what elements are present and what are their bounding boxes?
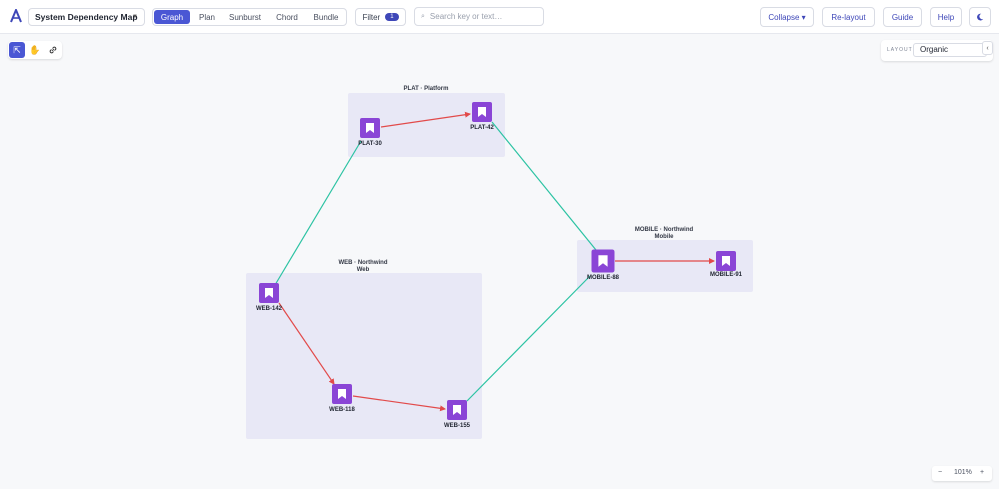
group-label-plat: PLAT · Platform	[404, 86, 449, 92]
bookmark-icon	[360, 118, 380, 138]
node-plat-42[interactable]	[472, 102, 492, 122]
tab-sunburst[interactable]: Sunburst	[224, 10, 266, 24]
node-label-mobile-91: MOBILE-91	[710, 272, 743, 278]
select-tool-button[interactable]: ⇱	[9, 42, 25, 58]
project-selector[interactable]: System Dependency Map ▼	[28, 8, 145, 26]
collapse-panel-button[interactable]: ‹	[982, 41, 993, 55]
layout-select[interactable]: Organic	[913, 43, 987, 57]
group-label-mobile-line2: Mobile	[655, 234, 675, 240]
zoom-controls: − 101% +	[932, 466, 992, 481]
relayout-button[interactable]: Re-layout	[822, 7, 875, 27]
bookmark-icon	[259, 283, 279, 303]
edge-mobile88-web155[interactable]	[466, 275, 591, 402]
bookmark-icon	[591, 249, 615, 273]
zoom-in-button[interactable]: +	[980, 469, 984, 476]
group-label-web-line1: WEB · Northwind	[339, 260, 388, 266]
bookmark-icon	[332, 384, 352, 404]
help-button[interactable]: Help	[930, 7, 962, 27]
collapse-button[interactable]: Collapse ▾	[760, 7, 814, 27]
node-web-142[interactable]	[259, 283, 279, 303]
filter-button[interactable]: Filter 1	[355, 8, 406, 26]
search-icon: ⌕	[421, 12, 425, 20]
edge-plat42-mobile88[interactable]	[491, 121, 597, 251]
top-toolbar: System Dependency Map ▼ Graph Plan Sunbu…	[0, 0, 999, 34]
search-placeholder: Search key or text…	[429, 12, 503, 21]
node-label-plat-30: PLAT-30	[358, 141, 382, 147]
bookmark-icon	[472, 102, 492, 122]
chevron-left-icon: ‹	[986, 44, 989, 52]
node-label-plat-42: PLAT-42	[470, 125, 494, 131]
hand-icon: ✋	[29, 44, 41, 55]
view-tabs: Graph Plan Sunburst Chord Bundle	[152, 8, 347, 26]
app-logo-icon[interactable]	[9, 9, 23, 23]
filter-label: Filter	[362, 12, 381, 22]
bookmark-icon	[716, 251, 736, 271]
search-input[interactable]: ⌕ Search key or text…	[414, 7, 544, 26]
node-web-118[interactable]	[332, 384, 352, 404]
graph-canvas[interactable]: PLAT · Platform MOBILE · Northwind Mobil…	[0, 34, 999, 489]
tab-chord[interactable]: Chord	[269, 10, 305, 24]
layout-label: LAYOUT	[887, 47, 913, 53]
zoom-out-button[interactable]: −	[938, 469, 942, 476]
project-name: System Dependency Map	[35, 12, 138, 22]
chevron-down-icon: ▼	[132, 14, 138, 20]
node-mobile-91[interactable]	[716, 251, 736, 271]
tab-plan[interactable]: Plan	[192, 10, 222, 24]
group-web	[246, 273, 482, 439]
guide-button[interactable]: Guide	[883, 7, 922, 27]
layout-panel: LAYOUT Organic	[881, 40, 993, 61]
zoom-level: 101%	[954, 469, 972, 476]
theme-toggle-button[interactable]	[969, 7, 991, 27]
link-tool-button[interactable]	[45, 42, 61, 58]
link-icon	[49, 46, 57, 54]
canvas-toolbox: ⇱ ✋	[8, 41, 62, 59]
tab-graph[interactable]: Graph	[154, 10, 190, 24]
node-label-mobile-88: MOBILE-88	[587, 275, 620, 281]
node-label-web-118: WEB-118	[329, 407, 355, 413]
node-plat-30[interactable]	[360, 118, 380, 138]
node-label-web-155: WEB-155	[444, 423, 471, 429]
pan-tool-button[interactable]: ✋	[27, 42, 43, 58]
group-label-web-line2: Web	[357, 267, 370, 273]
node-web-155[interactable]	[447, 400, 467, 420]
pointer-icon: ⇱	[13, 44, 21, 55]
moon-icon	[977, 13, 984, 21]
node-mobile-88[interactable]	[591, 249, 615, 273]
node-label-web-142: WEB-142	[256, 306, 283, 312]
bookmark-icon	[447, 400, 467, 420]
tab-bundle[interactable]: Bundle	[307, 10, 345, 24]
group-label-mobile-line1: MOBILE · Northwind	[635, 227, 694, 233]
filter-count-badge: 1	[385, 13, 399, 21]
